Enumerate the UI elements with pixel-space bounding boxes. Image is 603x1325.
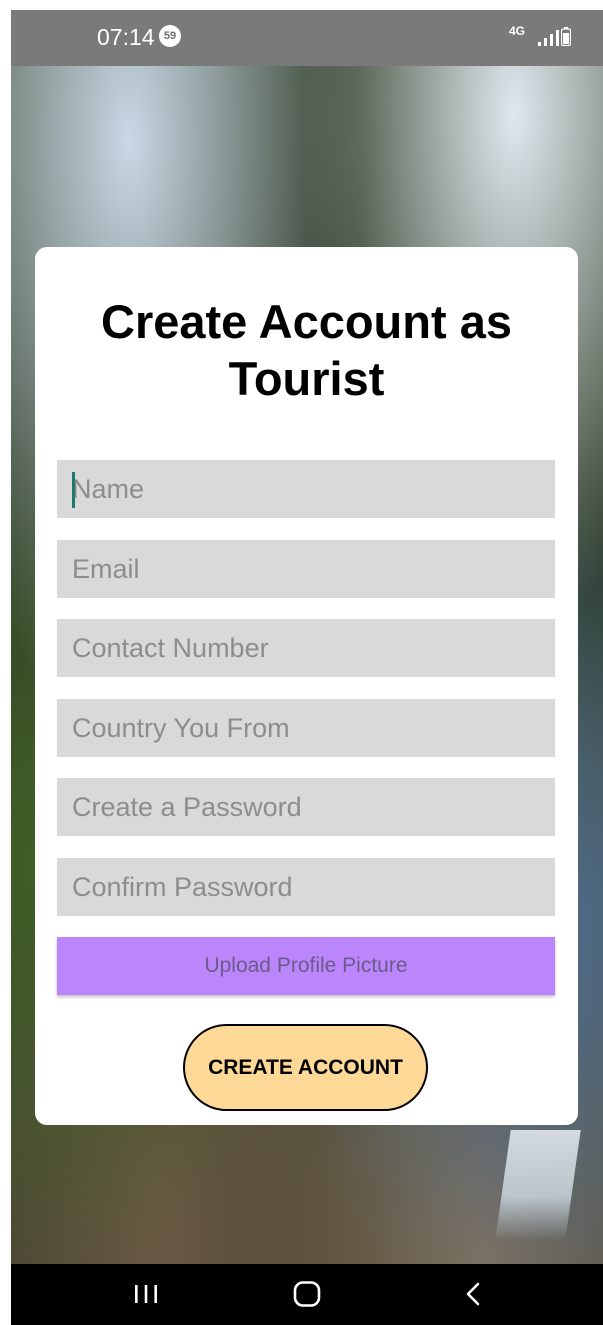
navigation-bar (11, 1264, 603, 1325)
back-icon[interactable] (459, 1278, 487, 1310)
contact-number-input[interactable] (57, 619, 555, 677)
notification-count-badge: 59 (159, 25, 181, 47)
recent-apps-icon[interactable] (128, 1278, 164, 1310)
create-account-button[interactable]: CREATE ACCOUNT (183, 1024, 428, 1111)
confirm-password-input[interactable] (57, 858, 555, 916)
upload-profile-picture-button[interactable]: Upload Profile Picture (57, 937, 555, 995)
status-time: 07:14 (97, 24, 155, 50)
create-password-input[interactable] (57, 778, 555, 836)
signal-bars-icon (538, 30, 559, 46)
country-input[interactable] (57, 699, 555, 757)
home-icon[interactable] (289, 1278, 325, 1310)
network-type-label: 4G (509, 24, 526, 38)
battery-icon (561, 27, 571, 46)
page-title: Create Account as Tourist (101, 295, 512, 405)
email-input[interactable] (57, 540, 555, 598)
text-cursor (72, 472, 75, 508)
phone-screen: 07:14 59 4G Create Account as Tourist Up… (11, 10, 603, 1325)
signup-card: Create Account as Tourist Upload Profile… (35, 247, 578, 1125)
name-input[interactable] (57, 460, 555, 518)
status-bar: 07:14 59 4G (11, 10, 603, 66)
